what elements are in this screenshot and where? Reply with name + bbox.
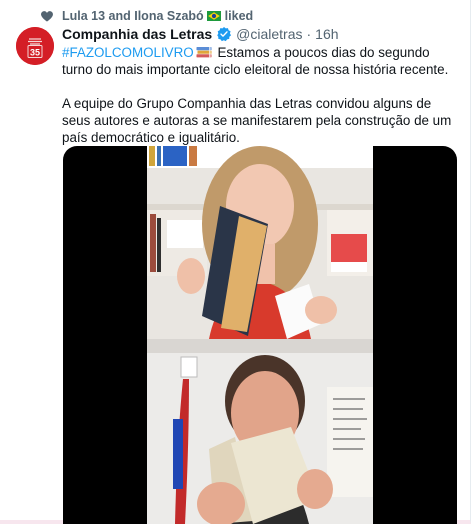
- verified-badge-icon: [217, 27, 232, 42]
- liked-suffix: liked: [224, 9, 254, 23]
- brazil-flag-icon: [207, 11, 222, 21]
- author-name[interactable]: Companhia das Letras: [62, 26, 212, 42]
- books-emoji-icon: [196, 47, 212, 58]
- social-context: Lula 13 and Ilona Szabó liked: [40, 8, 253, 24]
- tweet-paragraph-2: A equipe do Grupo Companhia das Letras c…: [62, 96, 452, 145]
- hashtag-link[interactable]: #FAZOLCOMOLIVRO: [62, 45, 194, 60]
- tweet-text: #FAZOLCOMOLIVRO Estamos a poucos dias do…: [62, 44, 462, 146]
- separator-dot: ·: [306, 26, 312, 42]
- liked-by-text[interactable]: Lula 13 and Ilona Szabó: [62, 9, 204, 23]
- author-handle[interactable]: @cialetras: [236, 26, 302, 42]
- video-panel-top: [147, 146, 373, 339]
- tweet-timestamp[interactable]: 16h: [315, 26, 338, 42]
- video-panel-bottom: [147, 339, 373, 524]
- heart-icon: [41, 11, 53, 22]
- tweet-paragraph-1: #FAZOLCOMOLIVRO Estamos a poucos dias do…: [62, 44, 462, 78]
- companhia-logo-icon: 35: [16, 27, 54, 65]
- avatar[interactable]: 35: [16, 27, 54, 65]
- tweet-header: Companhia das Letras @cialetras · 16h: [62, 26, 339, 42]
- video-player[interactable]: [63, 146, 457, 524]
- tweet-card[interactable]: Lula 13 and Ilona Szabó liked 35 Companh…: [0, 0, 471, 524]
- svg-text:35: 35: [30, 48, 40, 58]
